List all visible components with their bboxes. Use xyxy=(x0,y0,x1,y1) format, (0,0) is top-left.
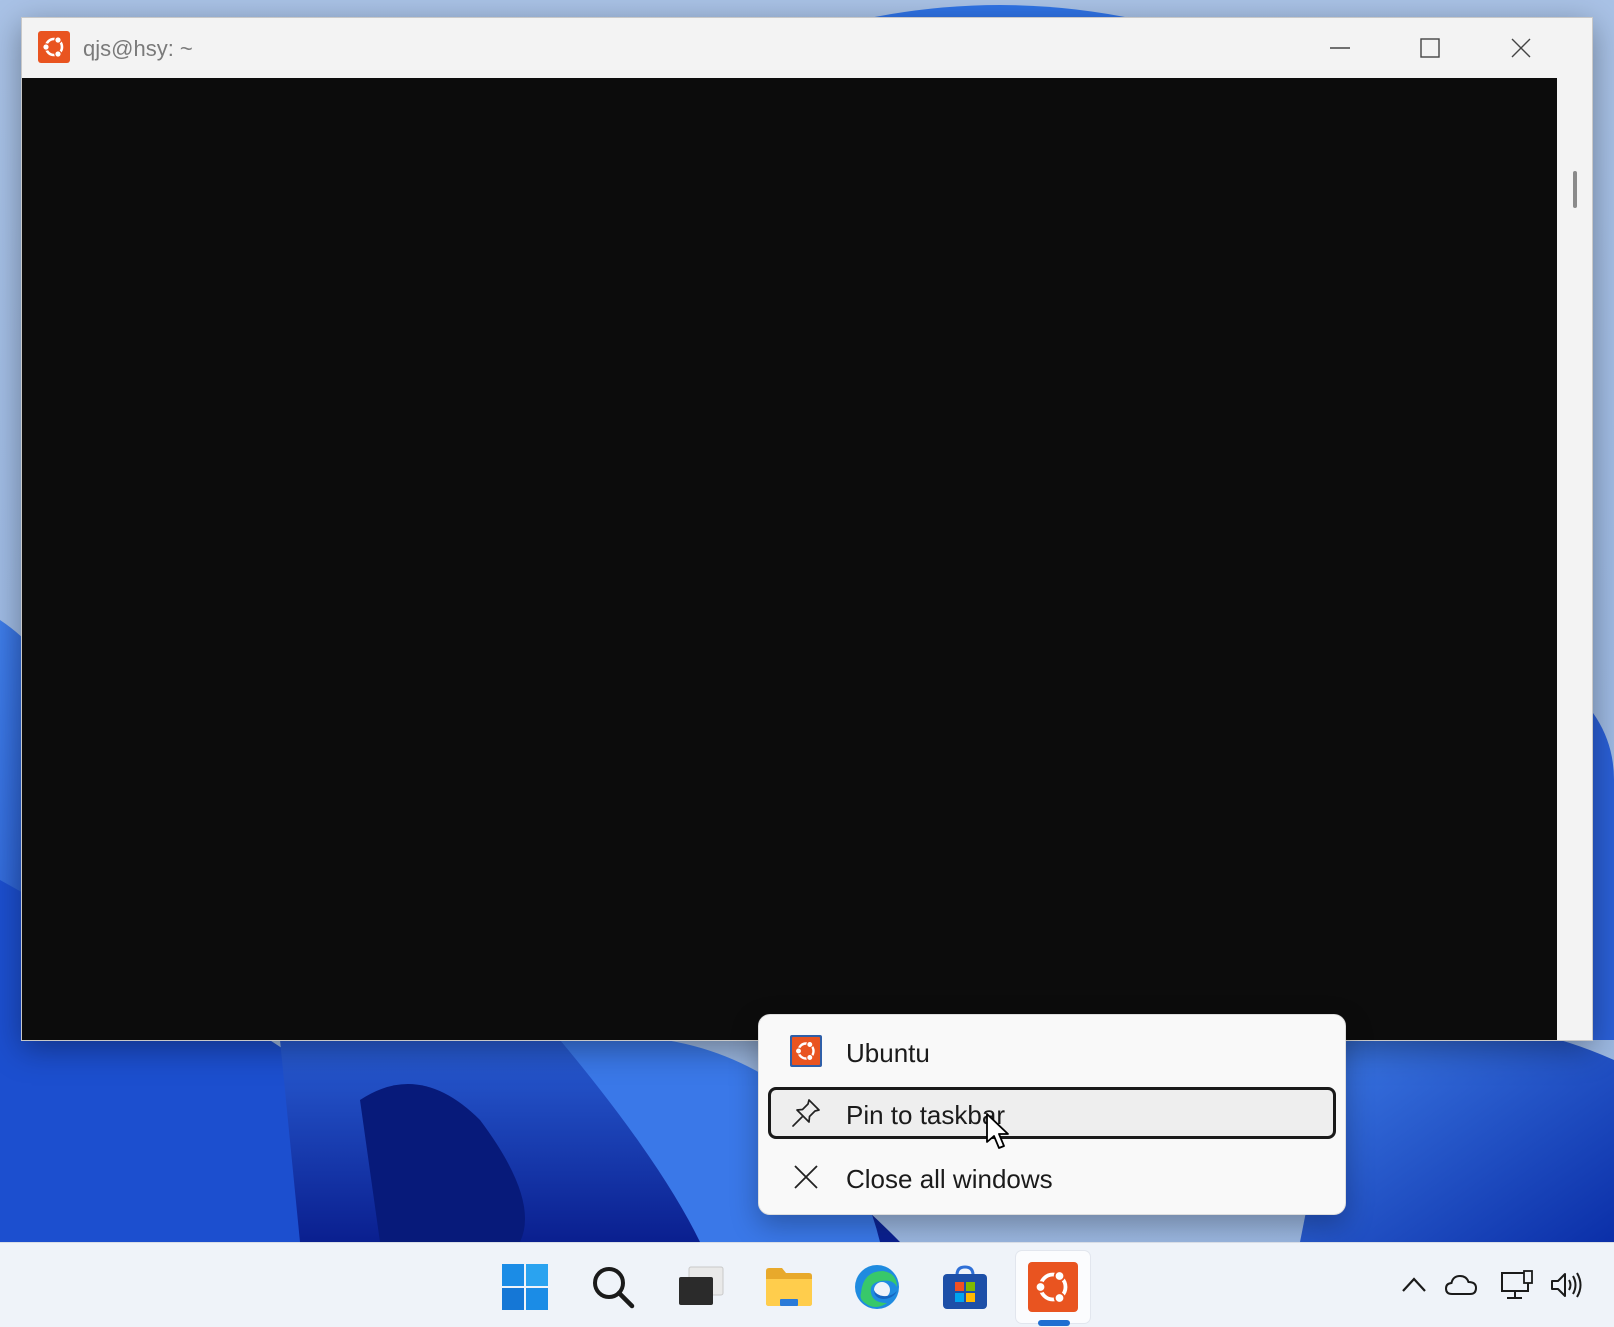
window-title: qjs@hsy: ~ xyxy=(83,36,193,61)
task-view-icon xyxy=(679,1266,724,1305)
scrollbar-track[interactable] xyxy=(1557,78,1592,1040)
volume-tray-button[interactable] xyxy=(1548,1268,1584,1302)
jump-list-app-ubuntu[interactable]: Ubuntu xyxy=(768,1025,1336,1077)
ubuntu-icon xyxy=(38,31,70,63)
active-app-indicator xyxy=(1038,1320,1070,1326)
terminal-area[interactable] xyxy=(22,78,1557,1040)
taskbar-jump-list: Ubuntu Pin to taskbar Close all windows xyxy=(758,1014,1346,1215)
scrollbar-thumb[interactable] xyxy=(1573,171,1577,208)
search-button[interactable] xyxy=(576,1251,650,1323)
pin-to-taskbar-item[interactable]: Pin to taskbar xyxy=(768,1087,1336,1139)
taskbar xyxy=(0,1242,1614,1327)
chevron-up-icon xyxy=(1402,1277,1426,1292)
title-bar[interactable]: qjs@hsy: ~ xyxy=(22,18,1592,78)
ubuntu-taskbar-button[interactable] xyxy=(1016,1251,1090,1323)
jump-list-app-label: Ubuntu xyxy=(846,1038,930,1068)
ubuntu-icon xyxy=(790,1035,822,1067)
show-hidden-icons-button[interactable] xyxy=(1396,1268,1432,1302)
edge-browser-icon xyxy=(855,1265,899,1309)
search-icon xyxy=(593,1267,635,1309)
start-button[interactable] xyxy=(488,1251,562,1323)
maximize-button[interactable] xyxy=(1386,18,1474,78)
close-all-windows-item[interactable]: Close all windows xyxy=(768,1151,1336,1203)
network-icon xyxy=(1501,1270,1533,1299)
close-all-windows-label: Close all windows xyxy=(846,1164,1053,1194)
cloud-icon xyxy=(1444,1274,1478,1295)
pin-icon xyxy=(790,1097,822,1129)
file-explorer-button[interactable] xyxy=(752,1251,826,1323)
task-view-button[interactable] xyxy=(664,1251,738,1323)
folder-icon xyxy=(766,1268,812,1306)
onedrive-tray-button[interactable] xyxy=(1443,1268,1479,1302)
minimize-icon xyxy=(1330,47,1350,49)
edge-button[interactable] xyxy=(840,1251,914,1323)
pin-to-taskbar-label: Pin to taskbar xyxy=(846,1100,1005,1130)
network-tray-button[interactable] xyxy=(1499,1268,1535,1302)
mouse-cursor-icon xyxy=(986,1113,1009,1149)
windows-start-icon xyxy=(502,1264,548,1310)
minimize-button[interactable] xyxy=(1296,18,1384,78)
close-icon xyxy=(790,1161,822,1193)
ubuntu-icon xyxy=(1028,1262,1078,1312)
maximize-icon xyxy=(1420,38,1440,58)
terminal-window[interactable]: qjs@hsy: ~ xyxy=(21,17,1593,1041)
close-button[interactable] xyxy=(1477,18,1565,78)
store-button[interactable] xyxy=(928,1251,1002,1323)
volume-icon xyxy=(1551,1272,1582,1298)
store-icon xyxy=(943,1265,987,1309)
close-icon xyxy=(1511,38,1531,58)
